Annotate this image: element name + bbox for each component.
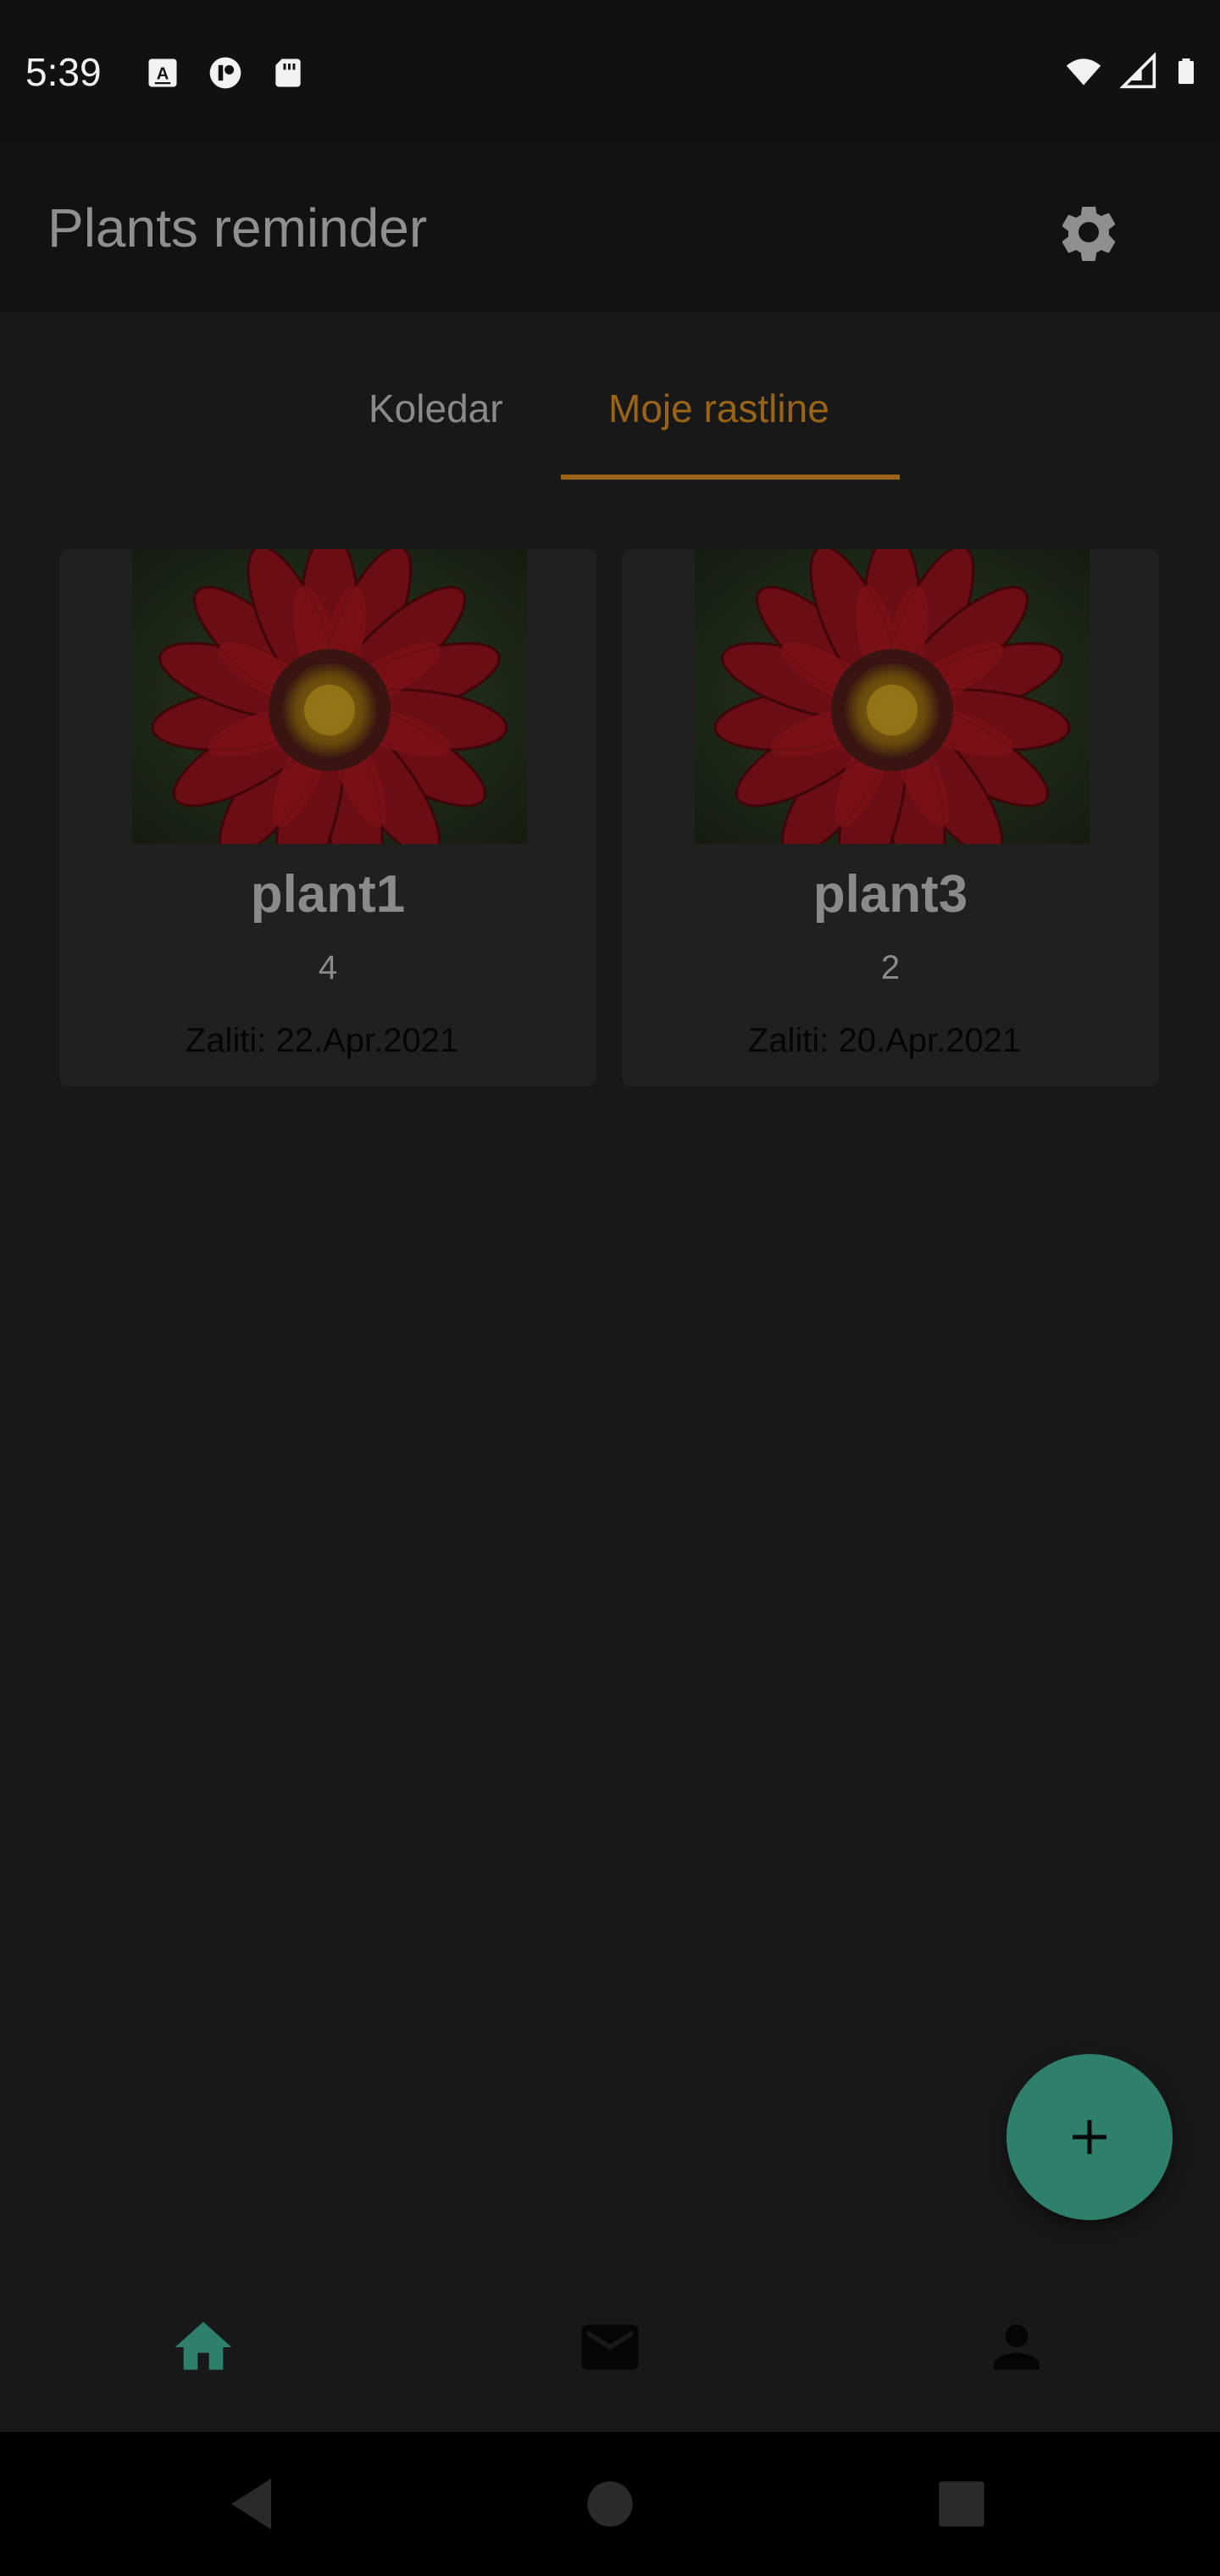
home-icon[interactable] xyxy=(169,2313,237,2381)
bottom-nav xyxy=(0,2271,1220,2432)
person-icon[interactable] xyxy=(983,2313,1051,2381)
a-keyboard-icon: A xyxy=(148,58,177,87)
recents-icon[interactable] xyxy=(928,2470,995,2538)
plant-count: 4 xyxy=(318,949,338,986)
wifi-icon xyxy=(1066,58,1101,86)
plant-count: 2 xyxy=(880,949,901,986)
app-bar: Plants reminder xyxy=(0,146,1220,312)
status-icons-right xyxy=(1061,53,1201,90)
flower-photo xyxy=(695,549,1090,844)
sd-card-icon xyxy=(275,58,301,87)
tab-bar: Koledar Moje rastline xyxy=(0,339,1220,483)
mail-icon[interactable] xyxy=(576,2313,644,2381)
plant-card[interactable]: plant3 2 Zaliti: 20.Apr.2021 xyxy=(622,549,1159,1086)
plant-image xyxy=(695,549,1090,844)
plant-image xyxy=(132,549,527,844)
battery-icon xyxy=(1178,58,1194,84)
home-circle-icon[interactable] xyxy=(576,2470,644,2538)
add-plant-button[interactable] xyxy=(1006,2054,1173,2220)
gear-icon[interactable] xyxy=(1055,198,1123,266)
tab-koledar[interactable]: Koledar xyxy=(369,386,503,431)
pi-app-icon xyxy=(209,57,241,89)
back-icon[interactable] xyxy=(220,2470,288,2538)
status-bar: 5:39 A xyxy=(0,0,1220,146)
cell-signal-icon xyxy=(1120,53,1156,89)
flower-photo xyxy=(132,549,527,844)
tab-moje-rastline[interactable]: Moje rastline xyxy=(608,386,829,431)
app-title: Plants reminder xyxy=(47,197,428,258)
status-icons-left: A xyxy=(144,54,307,92)
system-nav-bar xyxy=(0,2432,1220,2576)
plant-name: plant3 xyxy=(812,865,968,924)
plant-water-date: Zaliti: 20.Apr.2021 xyxy=(747,1022,1022,1059)
plus-icon xyxy=(1073,2120,1106,2154)
svg-text:A: A xyxy=(157,64,169,83)
plant-name: plant1 xyxy=(250,865,406,924)
tab-indicator xyxy=(561,475,900,480)
plant-water-date: Zaliti: 22.Apr.2021 xyxy=(185,1022,459,1059)
status-time: 5:39 xyxy=(25,50,102,94)
plant-card[interactable]: plant1 4 Zaliti: 22.Apr.2021 xyxy=(59,549,596,1086)
